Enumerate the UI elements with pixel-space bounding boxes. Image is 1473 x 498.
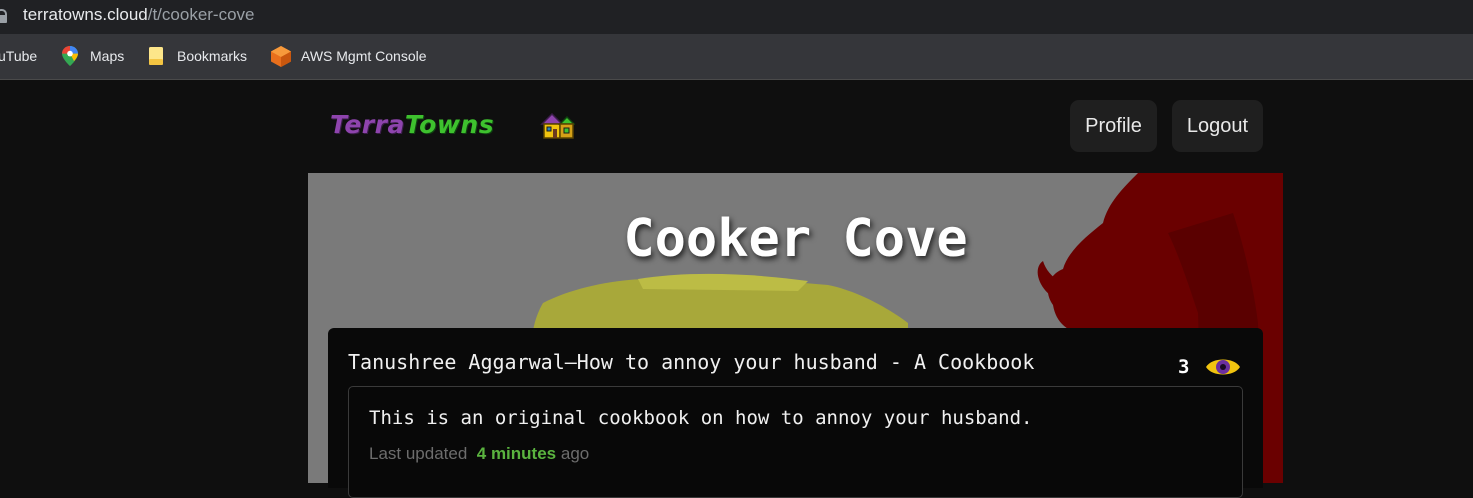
maps-pin-icon (62, 46, 78, 66)
home-description: This is an original cookbook on how to a… (369, 407, 1033, 429)
last-updated: Last updated 4 minutes ago (369, 444, 589, 464)
folder-icon (149, 47, 163, 65)
browser-address-bar[interactable]: terratowns.cloud/t/cooker-cove (0, 0, 1473, 34)
logo-terra: Terra (330, 110, 405, 139)
bookmark-aws[interactable]: AWS Mgmt Console (301, 48, 427, 64)
lock-icon (0, 9, 7, 23)
logo-towns: Towns (404, 110, 495, 139)
terratowns-logo[interactable]: TerraTowns (330, 110, 494, 139)
aws-cube-icon (271, 46, 291, 67)
url-host: terratowns.cloud (23, 5, 148, 24)
bookmark-bookmarks[interactable]: Bookmarks (177, 48, 247, 64)
bookmark-maps[interactable]: Maps (90, 48, 124, 64)
home-heading: Tanushree Aggarwal—How to annoy your hus… (348, 350, 1034, 374)
home-name[interactable]: How to annoy your husband - A Cookbook (577, 350, 1035, 374)
house-icon (540, 112, 575, 139)
logout-button[interactable]: Logout (1172, 100, 1263, 152)
title-separator: — (564, 350, 577, 374)
profile-button[interactable]: Profile (1070, 100, 1157, 152)
home-card[interactable]: Tanushree Aggarwal—How to annoy your hus… (328, 328, 1263, 498)
updated-suffix: ago (560, 444, 590, 463)
home-description-box: This is an original cookbook on how to a… (348, 386, 1243, 498)
url-text[interactable]: terratowns.cloud/t/cooker-cove (23, 5, 255, 25)
home-author: Tanushree Aggarwal (348, 350, 565, 374)
bookmark-youtube[interactable]: uTube (0, 48, 37, 64)
eye-icon (1206, 359, 1240, 375)
url-path: /t/cooker-cove (147, 5, 255, 24)
town-title: Cooker Cove (623, 209, 968, 269)
bookmarks-bar: uTube Maps Bookmarks AWS Mgmt Console (0, 34, 1473, 80)
visit-count: 3 (1178, 356, 1190, 378)
updated-time: 4 minutes (476, 444, 557, 463)
updated-prefix: Last updated (369, 444, 468, 463)
